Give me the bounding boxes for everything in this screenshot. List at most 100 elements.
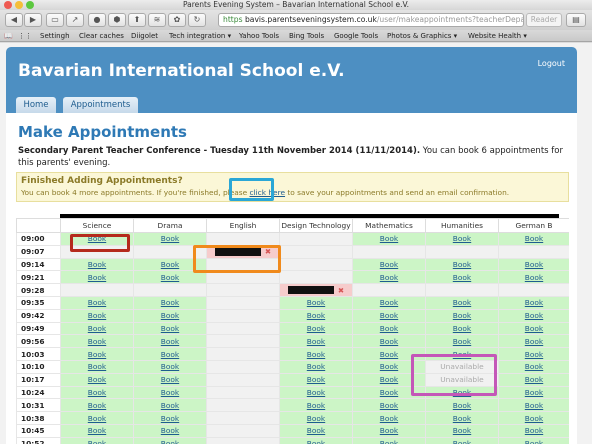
book-link[interactable]: Book xyxy=(307,414,325,423)
book-link[interactable]: Book xyxy=(525,298,543,307)
book-link[interactable]: Book xyxy=(307,401,325,410)
book-link[interactable]: Book xyxy=(161,337,179,346)
close-window-icon[interactable] xyxy=(4,1,12,9)
book-link[interactable]: Book xyxy=(525,439,543,444)
book-link[interactable]: Book xyxy=(380,273,398,282)
book-link[interactable]: Book xyxy=(453,273,471,282)
book-link[interactable]: Book xyxy=(161,298,179,307)
logout-link[interactable]: Logout xyxy=(538,59,565,68)
book-link[interactable]: Book xyxy=(88,401,106,410)
book-link[interactable]: Book xyxy=(161,439,179,444)
book-link[interactable]: Book xyxy=(88,362,106,371)
book-link[interactable]: Book xyxy=(307,350,325,359)
book-link[interactable]: Book xyxy=(307,324,325,333)
book-link[interactable]: Book xyxy=(161,375,179,384)
book-link[interactable]: Book xyxy=(161,414,179,423)
share-icon[interactable]: ↗ xyxy=(66,13,84,27)
book-link[interactable]: Book xyxy=(453,337,471,346)
book-link[interactable]: Book xyxy=(380,234,398,243)
address-bar[interactable]: https bavis.parentseveningsystem.co.uk/u… xyxy=(218,13,524,27)
book-link[interactable]: Book xyxy=(161,350,179,359)
bookmark-item[interactable]: Yahoo Tools xyxy=(239,30,279,42)
book-link[interactable]: Book xyxy=(525,234,543,243)
gear-icon[interactable]: ✿ xyxy=(168,13,186,27)
book-link[interactable]: Book xyxy=(88,324,106,333)
bookmark-item[interactable]: Tech integration ▾ xyxy=(169,30,231,42)
book-link[interactable]: Book xyxy=(380,298,398,307)
bookmark-item[interactable]: Clear caches xyxy=(79,30,124,42)
reload-icon[interactable]: ↻ xyxy=(188,13,206,27)
book-link[interactable]: Book xyxy=(453,401,471,410)
book-link[interactable]: Book xyxy=(380,375,398,384)
book-link[interactable]: Book xyxy=(88,260,106,269)
sidebar-icon[interactable]: ▤ xyxy=(566,13,586,27)
bookmark-item[interactable]: Settingh xyxy=(40,30,70,42)
book-link[interactable]: Book xyxy=(307,362,325,371)
book-link[interactable]: Book xyxy=(453,260,471,269)
bookmark-item[interactable]: Google Tools xyxy=(334,30,378,42)
book-link[interactable]: Book xyxy=(88,350,106,359)
back-icon[interactable]: ◀ xyxy=(5,13,23,27)
book-link[interactable]: Book xyxy=(307,426,325,435)
book-link[interactable]: Book xyxy=(161,311,179,320)
book-link[interactable]: Book xyxy=(525,362,543,371)
book-link[interactable]: Book xyxy=(453,426,471,435)
book-link[interactable]: Book xyxy=(380,260,398,269)
tab-home[interactable]: Home xyxy=(16,97,56,113)
window-icon[interactable]: ▭ xyxy=(46,13,64,27)
book-link[interactable]: Book xyxy=(161,362,179,371)
book-link[interactable]: Book xyxy=(307,375,325,384)
book-link[interactable]: Book xyxy=(88,426,106,435)
layers-icon[interactable]: ≋ xyxy=(148,13,166,27)
book-link[interactable]: Book xyxy=(88,388,106,397)
book-link[interactable]: Book xyxy=(525,311,543,320)
book-link[interactable]: Book xyxy=(380,324,398,333)
book-link[interactable]: Book xyxy=(453,439,471,444)
bookmark-item[interactable]: Website Health ▾ xyxy=(468,30,527,42)
book-link[interactable]: Book xyxy=(161,260,179,269)
book-link[interactable]: Book xyxy=(88,375,106,384)
book-link[interactable]: Book xyxy=(453,388,471,397)
book-link[interactable]: Book xyxy=(307,439,325,444)
book-link[interactable]: Book xyxy=(525,324,543,333)
book-link[interactable]: Book xyxy=(525,260,543,269)
bookmark-item[interactable]: Photos & Graphics ▾ xyxy=(387,30,457,42)
book-link[interactable]: Book xyxy=(161,234,179,243)
book-link[interactable]: Book xyxy=(88,311,106,320)
book-link[interactable]: Book xyxy=(453,311,471,320)
book-link[interactable]: Book xyxy=(307,311,325,320)
book-link[interactable]: Book xyxy=(380,350,398,359)
downloads-icon[interactable]: ● xyxy=(88,13,106,27)
book-link[interactable]: Book xyxy=(161,426,179,435)
book-link[interactable]: Book xyxy=(380,414,398,423)
book-link[interactable]: Book xyxy=(525,426,543,435)
book-link[interactable]: Book xyxy=(88,337,106,346)
book-link[interactable]: Book xyxy=(453,234,471,243)
book-link[interactable]: Book xyxy=(525,414,543,423)
book-link[interactable]: Book xyxy=(380,388,398,397)
book-link[interactable]: Book xyxy=(161,401,179,410)
remove-appointment-icon[interactable]: ✖ xyxy=(265,247,271,256)
book-link[interactable]: Book xyxy=(525,337,543,346)
zoom-window-icon[interactable] xyxy=(26,1,34,9)
book-link[interactable]: Book xyxy=(525,375,543,384)
minimize-window-icon[interactable] xyxy=(15,1,23,9)
book-link[interactable]: Book xyxy=(453,298,471,307)
book-link[interactable]: Book xyxy=(88,414,106,423)
book-link[interactable]: Book xyxy=(525,388,543,397)
book-link[interactable]: Book xyxy=(307,388,325,397)
book-link[interactable]: Book xyxy=(161,324,179,333)
book-link[interactable]: Book xyxy=(453,350,471,359)
book-link[interactable]: Book xyxy=(380,311,398,320)
book-link[interactable]: Book xyxy=(307,337,325,346)
shield-icon[interactable]: ⬢ xyxy=(108,13,126,27)
book-link[interactable]: Book xyxy=(525,350,543,359)
reader-button[interactable]: Reader xyxy=(526,13,562,27)
book-link[interactable]: Book xyxy=(88,273,106,282)
bookmark-item[interactable]: Bing Tools xyxy=(289,30,324,42)
book-link[interactable]: Book xyxy=(161,388,179,397)
book-link[interactable]: Book xyxy=(453,324,471,333)
book-link[interactable]: Book xyxy=(380,337,398,346)
forward-icon[interactable]: ▶ xyxy=(24,13,42,27)
top-sites-icon[interactable]: ⋮⋮ xyxy=(18,30,32,42)
